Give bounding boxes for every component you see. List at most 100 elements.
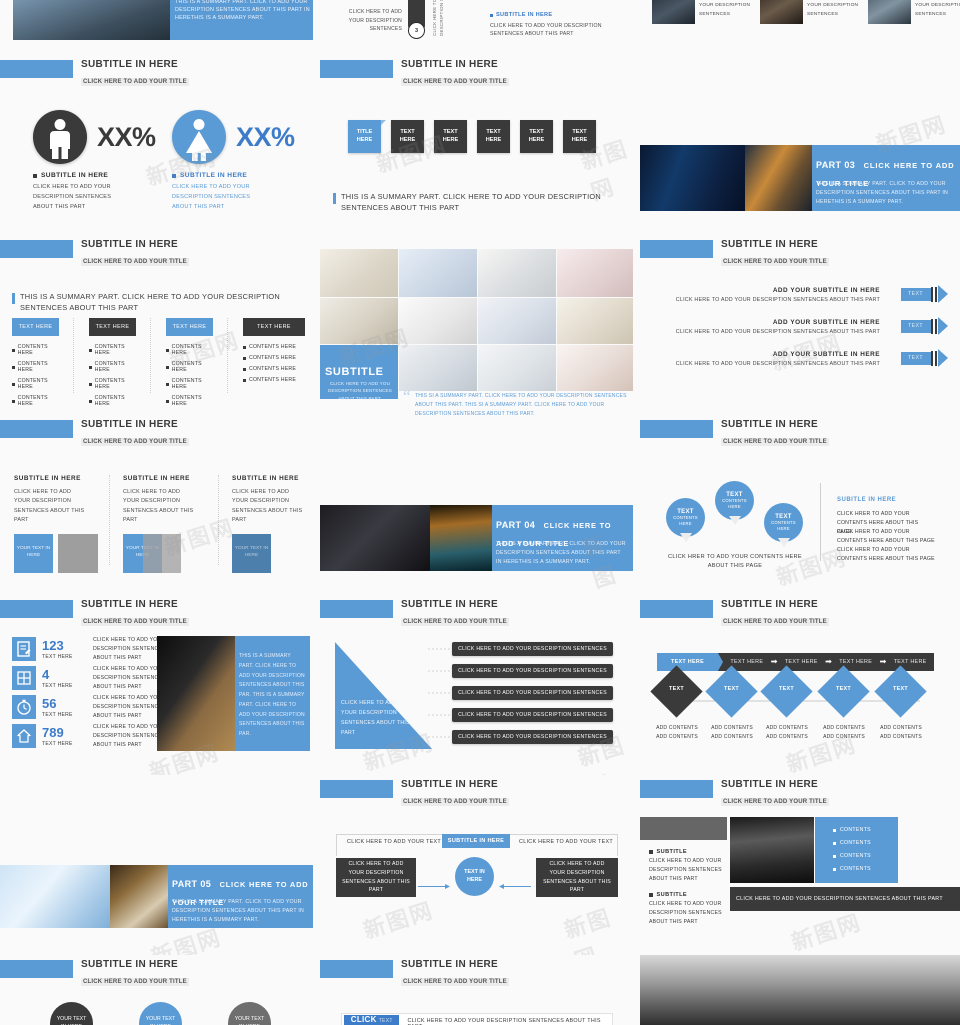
header-accent-bar-edge <box>320 60 346 78</box>
arrow-right-icon: ➡ <box>770 657 778 666</box>
header-title: SUBTITLE IN HERE <box>81 59 179 70</box>
stat-number: 4 <box>42 666 50 682</box>
slide-stats: SUBTITLE IN HERE CLICK HERE TO ADD YOUR … <box>0 595 313 775</box>
watermark: 新图网 <box>561 904 615 955</box>
citycard-bullet: SUBTITLE CLICK HERE TO ADD YOUR DESCRIPT… <box>649 892 724 927</box>
col-box-primary[interactable]: YOUR TEXT IN HERE <box>232 533 271 573</box>
flow-center-circle[interactable]: TEXT IN HERE <box>455 857 494 896</box>
male-desc: CLICK HERE TO ADD YOUR DESCRIPTION SENTE… <box>33 184 112 210</box>
stat-desc: CLICK HERE TO ADD YOUR DESCRIPTION SENTE… <box>93 724 166 748</box>
process-strip: TEXT HERE TEXT HERE ➡ TEXT HERE ➡ TEXT H… <box>657 653 934 671</box>
stat-value-group: 123 TEXT HERE <box>42 639 87 660</box>
triangle-bar[interactable]: CLICK HERE TO ADD YOUR DESCRIPTION SENTE… <box>452 686 613 700</box>
triangle-bar[interactable]: CLICK HERE TO ADD YOUR DESCRIPTION SENTE… <box>452 642 613 656</box>
photo-office-2 <box>760 0 803 24</box>
top-mid-vert-label-2: CLICK HERE TO ADD YOUR DESCRIPTION SENTE… <box>432 0 444 36</box>
tile[interactable]: TEXT HERE <box>477 120 510 153</box>
header-subtitle: CLICK HERE TO ADD YOUR TITLE <box>401 617 509 626</box>
process-strip-item[interactable]: TEXT HERE <box>777 659 825 665</box>
tile-active[interactable]: TITLE HERE <box>348 120 386 153</box>
stat-value-group: 789 TEXT HERE <box>42 726 87 747</box>
bubble-sub: CONTENTS HERE <box>722 498 747 509</box>
diamond-label: TEXT <box>669 686 684 692</box>
arrow-tag-group[interactable]: TEXT <box>900 285 948 303</box>
triangle-bar[interactable]: CLICK HERE TO ADD YOUR DESCRIPTION SENTE… <box>452 730 613 744</box>
slide-header: SUBTITLE IN HERE CLICK HERE TO ADD YOUR … <box>333 599 509 627</box>
triangle-shape: CLICK HERE TO ADD YOUR DESCRIPTION SENTE… <box>335 642 432 749</box>
tile[interactable]: TEXT HERE <box>434 120 467 153</box>
slide-header-bar-left <box>0 60 34 78</box>
diamond-caption-2: ADD CONTENTS <box>711 734 753 740</box>
process-strip-item[interactable]: TEXT HERE <box>886 659 934 665</box>
arrow-tag-group[interactable]: TEXT <box>900 349 948 367</box>
process-strip-item[interactable]: TEXT HERE <box>832 659 880 665</box>
part05-part-label: PART 05 <box>172 879 212 889</box>
mosaic-subtitle: SUBTITLE <box>325 366 384 378</box>
square-bullet-icon <box>833 841 836 845</box>
diamond-caption-2: ADD CONTENTS <box>823 734 865 740</box>
tile[interactable]: TEXT HERE <box>520 120 553 153</box>
slide-header: SUBTITLE IN HERE CLICK HERE TO ADD YOUR … <box>653 239 829 267</box>
triangle-bar[interactable]: CLICK HERE TO ADD YOUR DESCRIPTION SENTE… <box>452 708 613 722</box>
col-box-primary[interactable]: YOUR TEXT IN HERE <box>14 533 53 573</box>
column-head[interactable]: TEXT HERE <box>89 318 136 336</box>
slide-header: SUBTITLE IN HERE CLICK HERE TO ADD YOUR … <box>653 779 829 807</box>
header-accent-bar-edge <box>640 420 666 438</box>
col-desc: CLICK HERE TO ADD YOUR DESCRIPTION SENTE… <box>123 489 194 524</box>
triangle-bar[interactable]: CLICK HERE TO ADD YOUR DESCRIPTION SENTE… <box>452 664 613 678</box>
top-bullet-desc: CLICK HERE TO ADD YOUR DESCRIPTION SENTE… <box>490 23 602 38</box>
triangle-text: CLICK HERE TO ADD YOUR DESCRIPTION SENTE… <box>341 700 410 737</box>
part03-desc: THIS IS A SUMMARY PART. CLICK TO ADD YOU… <box>816 181 949 205</box>
tile[interactable]: TEXT HERE <box>563 120 596 153</box>
photo-tunnel <box>745 145 812 211</box>
column-head[interactable]: TEXT HERE <box>12 318 59 336</box>
circle-item[interactable]: YOUR TEXT IN HERE <box>228 1002 271 1025</box>
circle-item[interactable]: YOUR TEXT IN HERE <box>50 1002 93 1025</box>
diamond-caption-2: ADD CONTENTS <box>880 734 922 740</box>
process-strip-item[interactable]: TEXT HERE <box>723 659 771 665</box>
diamond-label: TEXT <box>779 686 794 692</box>
square-bullet-icon <box>89 382 92 386</box>
mosaic-grid: SUBTITLE CLICK HERE TO ADD YOU DESCRIPTI… <box>320 249 633 415</box>
tile[interactable]: TEXT HERE <box>391 120 424 153</box>
clicklist-tag[interactable]: CLICK TEXT <box>344 1015 400 1025</box>
slide-centerflow: SUBTITLE IN HERE CLICK HERE TO ADD YOUR … <box>320 775 633 955</box>
header-subtitle: CLICK HERE TO ADD YOUR TITLE <box>721 797 829 806</box>
square-bullet-icon <box>166 382 169 386</box>
summary-text: THIS IS A SUMMARY PART. CLICK HERE TO AD… <box>20 292 280 312</box>
square-bullet-icon <box>833 867 836 871</box>
square-bullet-icon <box>172 173 176 178</box>
circle-item[interactable]: YOUR TEXT IN HERE <box>139 1002 182 1025</box>
flow-right-box[interactable]: CLICK HERE TO ADD YOUR DESCRIPTION SENTE… <box>536 858 618 897</box>
photo-open-book <box>0 865 110 928</box>
grid-squares-icon <box>12 666 36 691</box>
mini-card-text: CLICK HERE TO ADD YOUR DESCRIPTION SENTE… <box>699 3 751 17</box>
column-head[interactable]: TEXT HERE <box>243 318 305 336</box>
header-accent-bar-edge <box>0 60 26 78</box>
square-bullet-icon <box>649 850 653 854</box>
flow-left-box[interactable]: CLICK HERE TO ADD YOUR DESCRIPTION SENTE… <box>336 858 416 897</box>
photo-office-3 <box>868 0 911 24</box>
header-accent-bar-edge <box>320 960 346 978</box>
flow-top-center-chip[interactable]: SUBTITLE IN HERE <box>442 834 510 848</box>
contents-item: CONTENTS <box>833 840 871 846</box>
column-head[interactable]: TEXT HERE <box>166 318 213 336</box>
mini-card: CLICK HERE TO ADD YOUR DESCRIPTION SENTE… <box>868 0 960 24</box>
arrow-divider <box>930 286 933 302</box>
square-bullet-icon <box>490 13 493 17</box>
bubble[interactable]: TEXT CONTENTS HERE <box>715 481 754 520</box>
bubble[interactable]: TEXT CONTENTS HERE <box>666 498 705 537</box>
mosaic-quote: THIS SI A SUMMARY PART. CLICK HERE TO AD… <box>415 393 627 415</box>
bubble[interactable]: TEXT CONTENTS HERE <box>764 503 803 542</box>
col-title: SUBTITLE IN HERE <box>123 475 190 482</box>
stat-row: 4 TEXT HERE CLICK HERE TO ADD YOUR DESCR… <box>12 665 166 692</box>
column: TEXT HERE CONTENTS HERE CONTENTS HERE CO… <box>12 318 74 407</box>
process-strip-item-active[interactable]: TEXT HERE <box>657 653 718 671</box>
process-diamond-group: TEXT ADD CONTENTS ADD CONTENTS <box>874 665 927 740</box>
watermark: 新图网 <box>360 897 437 944</box>
col-desc: CLICK HERE TO ADD YOUR DESCRIPTION SENTE… <box>14 489 85 524</box>
column-item: CONTENTS HERE <box>166 361 213 373</box>
bubbles-right-title: SUBITLE IN HERE <box>837 497 897 503</box>
arrow-tag-group[interactable]: TEXT <box>900 317 948 335</box>
header-title: SUBTITLE IN HERE <box>401 779 499 790</box>
